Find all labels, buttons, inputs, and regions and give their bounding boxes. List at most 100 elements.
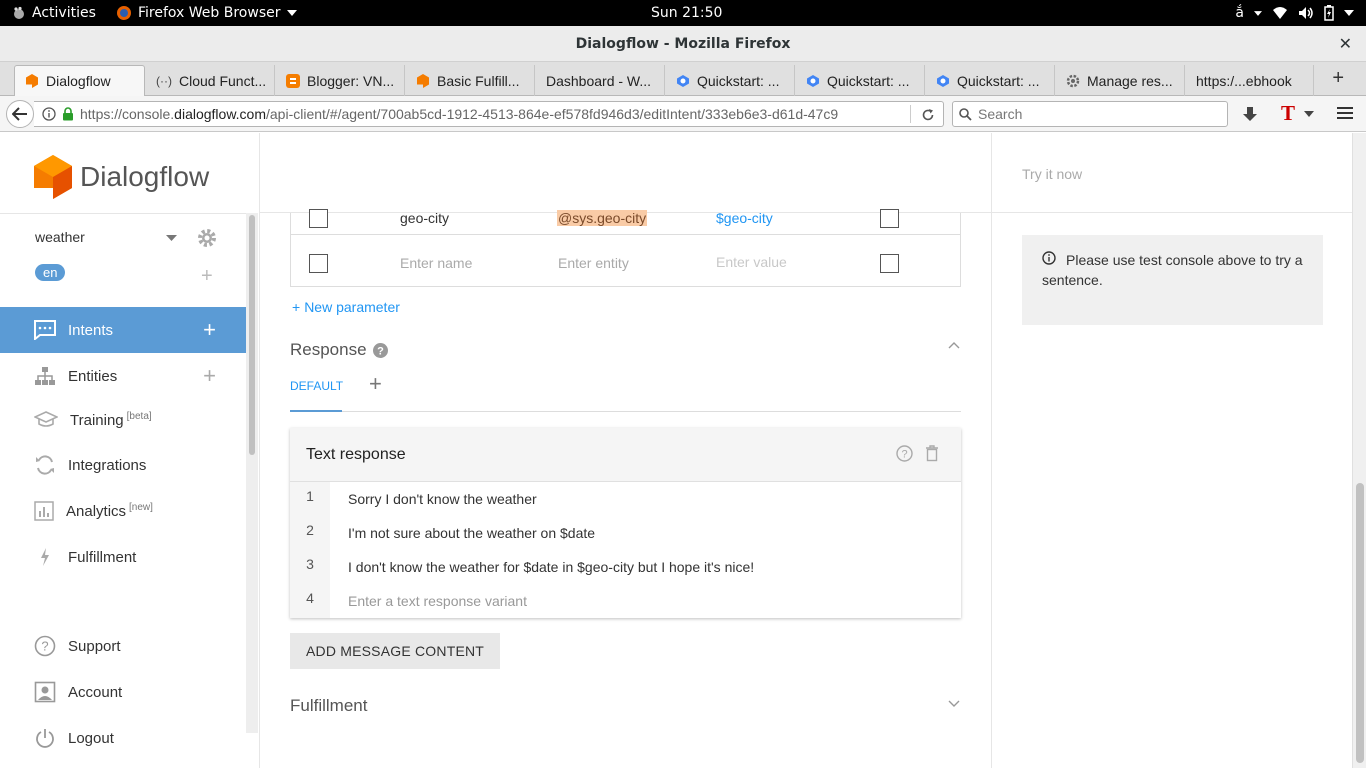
agent-selector[interactable]: weather [35,229,85,245]
tab-dashboard[interactable]: Dashboard - W... [536,65,665,96]
response-variant-new[interactable]: 4 Enter a text response variant [290,584,961,618]
tab-quickstart-2[interactable]: Quickstart: ... [796,65,925,96]
variant-text[interactable]: I'm not sure about the weather on $date [348,525,595,541]
chevron-up-icon[interactable] [948,341,960,349]
back-button[interactable] [6,100,34,128]
hamburger-menu-icon[interactable] [1337,106,1353,120]
tab-basic-fulfillment[interactable]: Basic Fulfill... [406,65,535,96]
add-language-button[interactable]: + [201,265,213,288]
sidebar-item-training[interactable]: Training [beta] [0,397,246,443]
sidebar-item-intents[interactable]: Intents + [0,307,246,353]
response-variant[interactable]: 2 I'm not sure about the weather on $dat… [290,516,961,550]
variant-input[interactable]: Enter a text response variant [348,593,527,609]
lock-icon[interactable] [62,107,74,121]
variant-text[interactable]: Sorry I don't know the weather [348,491,537,507]
is-list-checkbox[interactable] [880,209,899,228]
hierarchy-icon [35,367,55,385]
parameter-name[interactable]: geo-city [400,210,449,226]
language-badge[interactable]: en [35,264,66,281]
response-variant[interactable]: 1 Sorry I don't know the weather [290,482,961,516]
add-intent-button[interactable]: + [203,317,216,343]
tab-webhook[interactable]: https:/...ebhook [1186,65,1314,96]
page-scroll-thumb[interactable] [1356,483,1364,763]
variant-number: 4 [306,590,314,606]
sidebar-item-integrations[interactable]: Integrations [0,442,246,488]
tab-cloud-functions[interactable]: (··) Cloud Funct... [146,65,275,96]
fulfillment-section-title[interactable]: Fulfillment [290,696,367,716]
parameter-entity-input[interactable]: Enter entity [558,255,629,271]
sidebar-item-account[interactable]: Account [0,669,246,715]
test-console-panel: Try it now Please use test console above… [991,133,1353,768]
response-section-title[interactable]: Response ? [290,340,388,360]
system-tray[interactable]: ắ [1235,0,1354,26]
window-title: Dialogflow - Mozilla Firefox [575,35,791,52]
add-platform-button[interactable]: + [369,371,382,397]
add-message-content-button[interactable]: ADD MESSAGE CONTENT [290,633,501,669]
tab-blogger[interactable]: Blogger: VN... [276,65,405,96]
url-bar[interactable]: https://console.dialogflow.com/api-clien… [34,101,944,127]
sidebar-item-label: Intents [68,321,114,339]
sidebar-item-label: Account [68,683,123,701]
add-entity-button[interactable]: + [203,363,216,389]
parameter-value-input[interactable]: Enter value [716,254,787,270]
sidebar-item-analytics[interactable]: Analytics [new] [0,488,246,534]
help-icon[interactable]: ? [372,342,388,358]
is-list-checkbox[interactable] [880,254,899,273]
new-tab-button[interactable]: + [1332,67,1344,90]
tab-manage-resources[interactable]: Manage res... [1056,65,1185,96]
search-placeholder: Search [978,106,1023,122]
parameter-row: geo-city @sys.geo-city $geo-city [291,199,960,235]
firefox-icon [117,6,131,20]
chat-bubble-icon [34,320,56,340]
page-scrollbar[interactable] [1352,133,1366,768]
sidebar-item-entities[interactable]: Entities + [0,353,246,399]
account-icon [34,681,56,703]
sidebar-item-support[interactable]: ? Support [0,623,246,669]
parameter-name-input[interactable]: Enter name [400,255,472,271]
parameter-value[interactable]: $geo-city [716,210,773,226]
sidebar-item-fulfillment[interactable]: Fulfillment [0,534,246,580]
variant-text[interactable]: I don't know the weather for $date in $g… [348,559,754,575]
text-extension-icon[interactable]: T [1281,101,1295,126]
tab-default[interactable]: DEFAULT [290,377,343,412]
window-close-button[interactable]: ✕ [1339,34,1352,53]
variant-number: 1 [306,488,314,504]
reload-icon[interactable] [921,108,935,122]
trash-icon[interactable] [925,445,939,462]
info-icon[interactable] [42,107,56,121]
clock[interactable]: Sun 21:50 [651,0,722,26]
caret-down-icon [1344,10,1354,16]
required-checkbox[interactable] [309,209,328,228]
volume-icon [1299,7,1313,19]
new-parameter-link[interactable]: + New parameter [292,299,400,315]
tab-quickstart-3[interactable]: Quickstart: ... [926,65,1055,96]
tab-quickstart-1[interactable]: Quickstart: ... [666,65,795,96]
tab-dialogflow[interactable]: Dialogflow [14,65,145,96]
input-method-indicator[interactable]: ắ [1235,5,1244,21]
required-checkbox[interactable] [309,254,328,273]
code-icon: (··) [156,73,172,88]
caret-down-icon[interactable] [1304,111,1314,117]
parameter-entity[interactable]: @sys.geo-city [557,210,648,226]
search-input[interactable]: Search [952,101,1228,127]
sidebar-scroll-thumb[interactable] [249,215,255,455]
app-menu[interactable]: Firefox Web Browser [116,0,297,26]
help-icon[interactable]: ? [896,445,913,462]
chevron-down-icon[interactable] [948,700,960,708]
text-response-variants: 1 Sorry I don't know the weather 2 I'm n… [290,482,961,618]
sidebar-scrollbar[interactable] [246,213,258,733]
dialogflow-logo[interactable]: Dialogflow [34,155,209,199]
caret-down-icon[interactable] [166,235,177,241]
activities-button[interactable]: Activities [12,0,96,26]
sidebar-item-logout[interactable]: Logout [0,715,246,761]
variant-number: 3 [306,556,314,572]
search-icon [959,107,972,121]
tab-bar: Dialogflow (··) Cloud Funct... Blogger: … [0,62,1366,96]
divider [0,213,246,214]
try-it-now-input[interactable]: Try it now [992,133,1353,213]
url-text[interactable]: https://console.dialogflow.com/api-clien… [80,106,900,122]
download-icon[interactable] [1242,106,1258,122]
google-cloud-icon [937,74,949,87]
response-variant[interactable]: 3 I don't know the weather for $date in … [290,550,961,584]
gear-icon[interactable] [197,228,217,248]
